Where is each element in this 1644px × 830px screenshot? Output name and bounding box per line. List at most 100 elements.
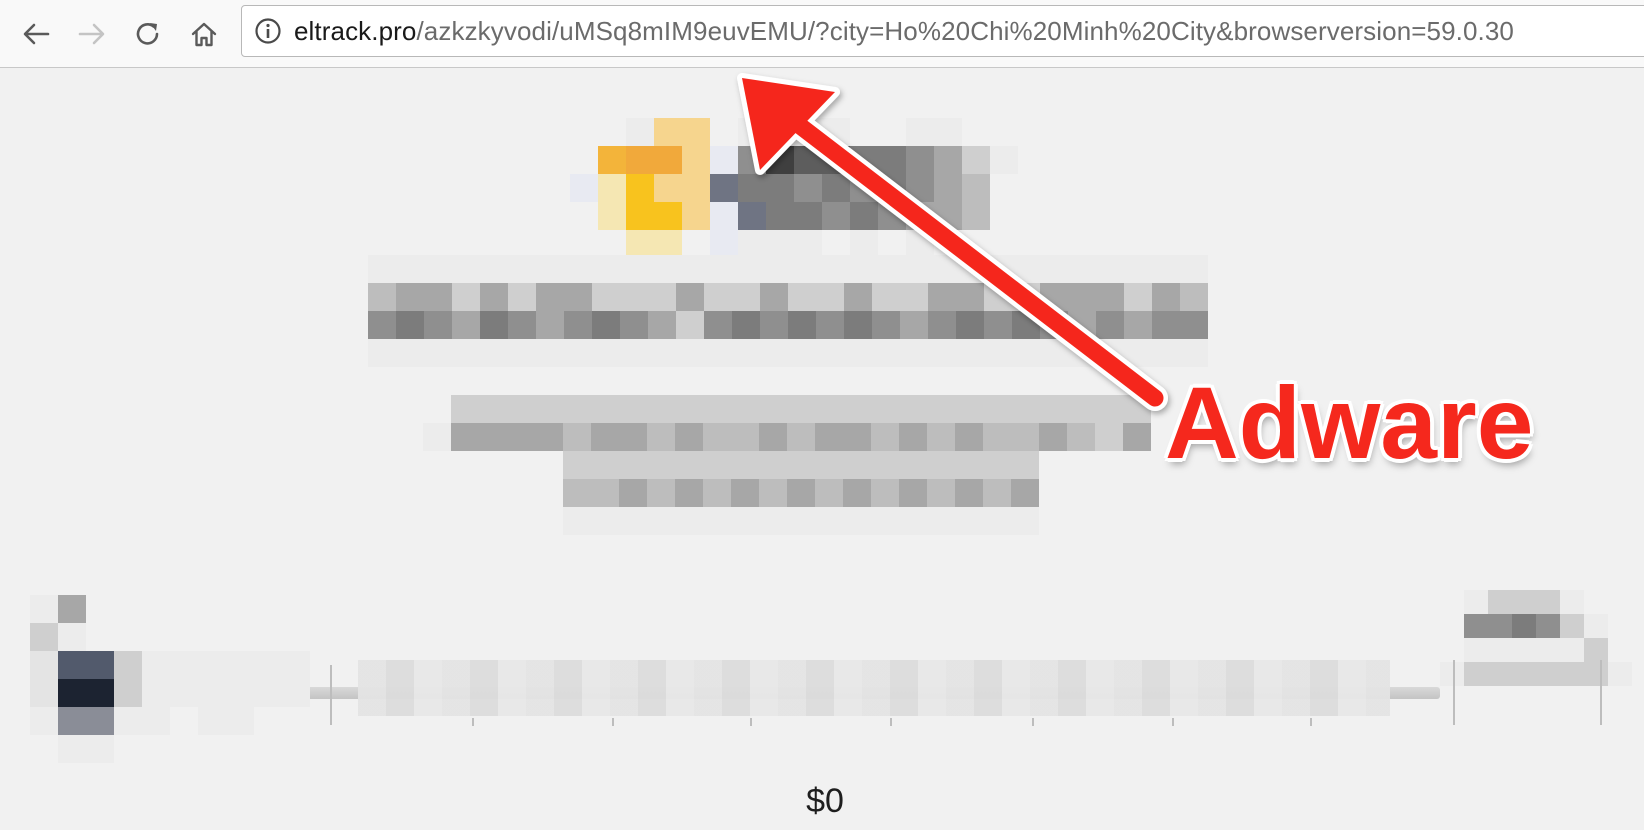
mosaic-pixel	[654, 174, 682, 202]
mosaic-pixel	[142, 707, 170, 735]
mosaic-pixel	[844, 311, 872, 339]
mosaic-pixel	[703, 507, 731, 535]
mosaic-pixel	[535, 423, 563, 451]
mosaic-pixel	[794, 174, 822, 202]
mosaic-pixel	[563, 423, 591, 451]
home-button[interactable]	[182, 12, 226, 56]
mosaic-pixel	[822, 146, 850, 174]
mosaic-pixel	[535, 395, 563, 423]
slider-range	[358, 660, 1390, 716]
info-icon[interactable]	[254, 17, 282, 45]
mosaic-pixel	[822, 202, 850, 230]
address-bar[interactable]: eltrack.pro/azkzkyvodi/uMSq8mIM9euvEMU/?…	[241, 5, 1644, 57]
mosaic-pixel	[451, 395, 479, 423]
mosaic-pixel	[760, 311, 788, 339]
mosaic-pixel	[906, 174, 934, 202]
mosaic-pixel	[815, 451, 843, 479]
mosaic-pixel	[816, 311, 844, 339]
pixelated-logo	[570, 118, 1050, 258]
mosaic-pixel	[928, 283, 956, 311]
mosaic-pixel	[620, 339, 648, 367]
forward-button[interactable]	[70, 12, 114, 56]
slider-tick	[1310, 718, 1312, 726]
mosaic-pixel	[1039, 423, 1067, 451]
mosaic-pixel	[843, 507, 871, 535]
mosaic-pixel	[58, 651, 86, 679]
mosaic-pixel	[480, 311, 508, 339]
mosaic-pixel	[844, 255, 872, 283]
mosaic-pixel	[654, 118, 682, 146]
mosaic-pixel	[906, 202, 934, 230]
mosaic-pixel	[983, 395, 1011, 423]
mosaic-pixel	[170, 651, 198, 679]
slider-tick	[1600, 660, 1602, 725]
mosaic-pixel	[815, 479, 843, 507]
mosaic-pixel	[254, 651, 282, 679]
mosaic-pixel	[591, 507, 619, 535]
reload-button[interactable]	[126, 12, 170, 56]
mosaic-pixel	[788, 311, 816, 339]
mosaic-pixel	[1095, 423, 1123, 451]
mosaic-pixel	[1464, 590, 1488, 614]
mosaic-pixel	[900, 339, 928, 367]
mosaic-pixel	[1068, 283, 1096, 311]
mosaic-pixel	[766, 230, 794, 258]
mosaic-pixel	[396, 311, 424, 339]
mosaic-pixel	[507, 423, 535, 451]
mosaic-pixel	[1039, 395, 1067, 423]
price-label: $0	[806, 782, 844, 820]
mosaic-pixel	[788, 283, 816, 311]
mosaic-pixel	[983, 479, 1011, 507]
mosaic-pixel	[626, 174, 654, 202]
mosaic-pixel	[1124, 283, 1152, 311]
mosaic-pixel	[928, 255, 956, 283]
mosaic-pixel	[822, 118, 850, 146]
mosaic-pixel	[710, 202, 738, 230]
mosaic-pixel	[654, 230, 682, 258]
mosaic-pixel	[198, 651, 226, 679]
mosaic-pixel	[759, 423, 787, 451]
mosaic-pixel	[815, 395, 843, 423]
mosaic-pixel	[787, 395, 815, 423]
mosaic-pixel	[710, 146, 738, 174]
mosaic-pixel	[592, 283, 620, 311]
mosaic-pixel	[1124, 255, 1152, 283]
mosaic-pixel	[675, 507, 703, 535]
mosaic-pixel	[368, 255, 396, 283]
mosaic-pixel	[675, 451, 703, 479]
mosaic-pixel	[872, 311, 900, 339]
slider-tick	[472, 718, 474, 726]
mosaic-pixel	[872, 339, 900, 367]
slider-tick	[890, 718, 892, 726]
back-arrow-icon	[23, 23, 50, 45]
mosaic-pixel	[675, 479, 703, 507]
mosaic-pixel	[423, 423, 451, 451]
back-button[interactable]	[14, 12, 58, 56]
mosaic-pixel	[984, 255, 1012, 283]
mosaic-pixel	[760, 283, 788, 311]
mosaic-pixel	[934, 174, 962, 202]
mosaic-pixel	[1096, 311, 1124, 339]
mosaic-pixel	[788, 255, 816, 283]
mosaic-pixel	[598, 146, 626, 174]
mosaic-pixel	[794, 230, 822, 258]
mosaic-pixel	[598, 174, 626, 202]
mosaic-pixel	[731, 451, 759, 479]
mosaic-pixel	[1536, 590, 1560, 614]
mosaic-pixel	[927, 507, 955, 535]
mosaic-pixel	[30, 679, 58, 707]
mosaic-pixel	[480, 283, 508, 311]
mosaic-pixel	[536, 311, 564, 339]
slider-thumb[interactable]	[30, 595, 310, 765]
mosaic-pixel	[704, 339, 732, 367]
mosaic-pixel	[732, 339, 760, 367]
mosaic-pixel	[654, 202, 682, 230]
mosaic-pixel	[934, 118, 962, 146]
mosaic-pixel	[731, 479, 759, 507]
mosaic-pixel	[843, 451, 871, 479]
mosaic-pixel	[872, 283, 900, 311]
mosaic-pixel	[1560, 662, 1584, 686]
mosaic-pixel	[619, 507, 647, 535]
mosaic-pixel	[675, 395, 703, 423]
mosaic-pixel	[452, 311, 480, 339]
